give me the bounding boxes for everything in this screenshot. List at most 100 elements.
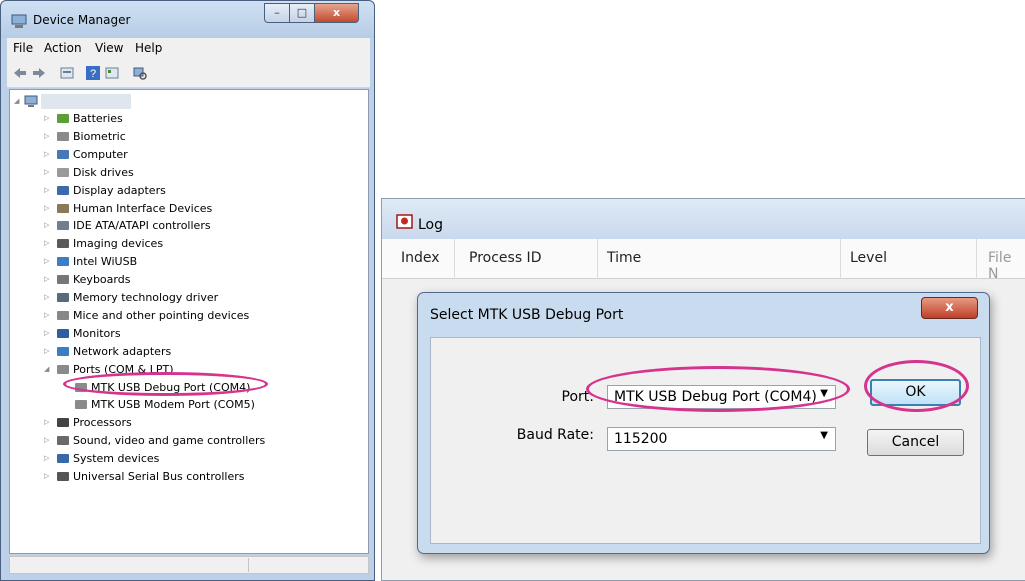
expand-arrow-icon[interactable]: ▷ bbox=[44, 307, 52, 324]
expand-arrow-icon[interactable]: ▷ bbox=[44, 217, 52, 234]
help-icon[interactable]: ? bbox=[85, 65, 101, 81]
monitor-icon bbox=[57, 328, 69, 338]
chevron-down-icon: ▼ bbox=[820, 388, 828, 399]
expand-arrow-icon[interactable]: ▷ bbox=[44, 235, 52, 252]
biometric-icon bbox=[57, 131, 69, 141]
expand-arrow-icon[interactable]: ▷ bbox=[44, 325, 52, 342]
mouse-icon bbox=[57, 310, 69, 320]
column-time[interactable]: Time bbox=[607, 250, 641, 266]
port-select[interactable]: MTK USB Debug Port (COM4) ▼ bbox=[607, 385, 836, 409]
disk-icon bbox=[57, 167, 69, 177]
expand-arrow-icon[interactable]: ▷ bbox=[44, 343, 52, 360]
window-title: Device Manager bbox=[33, 13, 131, 27]
expand-arrow-icon[interactable]: ▷ bbox=[44, 146, 52, 163]
expand-arrow-icon[interactable]: ▷ bbox=[44, 128, 52, 145]
scan-hardware-icon[interactable] bbox=[132, 65, 148, 81]
tree-item-label: Intel WiUSB bbox=[73, 255, 138, 269]
column-process-id[interactable]: Process ID bbox=[469, 250, 541, 266]
log-table-header: Index Process ID Time Level File N bbox=[382, 239, 1025, 282]
forward-icon[interactable] bbox=[31, 65, 47, 81]
menu-help[interactable]: Help bbox=[135, 41, 162, 55]
close-button[interactable]: x bbox=[314, 3, 359, 23]
network-icon bbox=[57, 257, 69, 267]
display-icon bbox=[57, 185, 69, 195]
processor-icon bbox=[57, 418, 69, 428]
back-icon[interactable] bbox=[12, 65, 28, 81]
usb-icon bbox=[57, 472, 69, 481]
tree-item-label: Keyboards bbox=[73, 273, 131, 287]
expand-arrow-icon[interactable]: ▷ bbox=[44, 271, 52, 288]
camera-icon bbox=[57, 239, 69, 249]
expand-arrow-icon[interactable]: ▷ bbox=[44, 450, 52, 467]
baud-rate-label: Baud Rate: bbox=[516, 427, 594, 443]
tree-item-label: Biometric bbox=[73, 129, 126, 143]
tree-item-label: Human Interface Devices bbox=[73, 201, 213, 215]
minimize-button[interactable]: – bbox=[264, 3, 290, 23]
ok-button[interactable]: OK bbox=[870, 379, 961, 406]
dialog-title: Select MTK USB Debug Port bbox=[430, 307, 624, 323]
menu-action[interactable]: Action bbox=[44, 41, 82, 55]
column-file-name[interactable]: File N bbox=[988, 250, 1025, 282]
system-icon bbox=[57, 454, 69, 464]
port-icon bbox=[75, 400, 87, 410]
expand-arrow-icon[interactable]: ▷ bbox=[44, 164, 52, 181]
menu-file[interactable]: File bbox=[13, 41, 33, 55]
log-title: Log bbox=[418, 217, 444, 233]
tree-item-label: Computer bbox=[73, 147, 128, 161]
expand-arrow-icon[interactable]: ▷ bbox=[44, 432, 52, 449]
port-icon bbox=[75, 382, 87, 392]
tree-item-label: Batteries bbox=[73, 112, 123, 125]
properties-icon[interactable] bbox=[59, 65, 75, 81]
expand-arrow-icon[interactable]: ▷ bbox=[44, 414, 52, 431]
expand-arrow-icon[interactable]: ▷ bbox=[44, 182, 52, 199]
update-driver-icon[interactable] bbox=[104, 65, 120, 81]
network-icon bbox=[57, 346, 69, 356]
sound-icon bbox=[57, 436, 69, 446]
collapse-arrow-icon[interactable]: ◢ bbox=[14, 93, 22, 110]
expand-arrow-icon[interactable]: ▷ bbox=[44, 468, 52, 485]
select-port-dialog: Select MTK USB Debug Port x Port: MTK US… bbox=[417, 292, 990, 554]
computer-name bbox=[41, 94, 131, 109]
tree-item-label: System devices bbox=[73, 452, 160, 466]
device-manager-icon bbox=[11, 14, 27, 28]
computer-icon bbox=[24, 95, 38, 107]
tree-item-label: Universal Serial Bus controllers bbox=[73, 470, 245, 483]
keyboard-icon bbox=[57, 275, 69, 285]
tree-item-label: MTK USB Modem Port (COM5) bbox=[91, 398, 255, 412]
tree-item-label: Mice and other pointing devices bbox=[73, 308, 250, 322]
tree-item-label: Sound, video and game controllers bbox=[73, 434, 266, 448]
status-bar bbox=[9, 556, 369, 574]
title-bar[interactable]: Device Manager – □ x bbox=[1, 1, 374, 38]
column-index[interactable]: Index bbox=[401, 250, 440, 266]
svg-text:?: ? bbox=[90, 68, 96, 80]
tree-item-label: MTK USB Debug Port (COM4) bbox=[91, 380, 251, 394]
battery-icon bbox=[57, 114, 69, 123]
maximize-button[interactable]: □ bbox=[289, 3, 315, 23]
chevron-down-icon: ▼ bbox=[820, 430, 828, 441]
tree-item-label: Imaging devices bbox=[73, 237, 164, 251]
expand-arrow-icon[interactable]: ▷ bbox=[44, 289, 52, 306]
tree-item-label: Disk drives bbox=[73, 165, 134, 179]
log-icon bbox=[396, 214, 413, 229]
device-manager-window: Device Manager – □ x File Action View He… bbox=[0, 0, 375, 581]
dialog-close-button[interactable]: x bbox=[921, 297, 978, 319]
device-tree[interactable]: ◢ ▷ Batteries ▷ Biometric ▷ Computer ▷ Disk dri… bbox=[9, 89, 369, 554]
expand-arrow-icon[interactable]: ▷ bbox=[44, 110, 52, 127]
tree-item-label: IDE ATA/ATAPI controllers bbox=[73, 219, 211, 233]
baud-rate-select[interactable]: 115200 ▼ bbox=[607, 427, 836, 451]
menu-bar: File Action View Help bbox=[7, 38, 370, 58]
collapse-arrow-icon[interactable]: ◢ bbox=[44, 361, 52, 378]
toolbar: ? bbox=[7, 58, 370, 88]
tree-item-label: Network adapters bbox=[73, 344, 172, 358]
tree-item-label: Monitors bbox=[73, 326, 121, 340]
tree-item-label: Processors bbox=[73, 416, 132, 430]
dialog-body: Port: MTK USB Debug Port (COM4) ▼ Baud R… bbox=[430, 337, 981, 544]
hid-icon bbox=[57, 203, 69, 213]
column-level[interactable]: Level bbox=[850, 250, 887, 266]
cancel-button[interactable]: Cancel bbox=[867, 429, 964, 456]
expand-arrow-icon[interactable]: ▷ bbox=[44, 200, 52, 217]
log-title-bar[interactable]: Log bbox=[382, 199, 1025, 239]
expand-arrow-icon[interactable]: ▷ bbox=[44, 253, 52, 270]
tree-item-label: Display adapters bbox=[73, 183, 166, 197]
menu-view[interactable]: View bbox=[95, 41, 123, 55]
